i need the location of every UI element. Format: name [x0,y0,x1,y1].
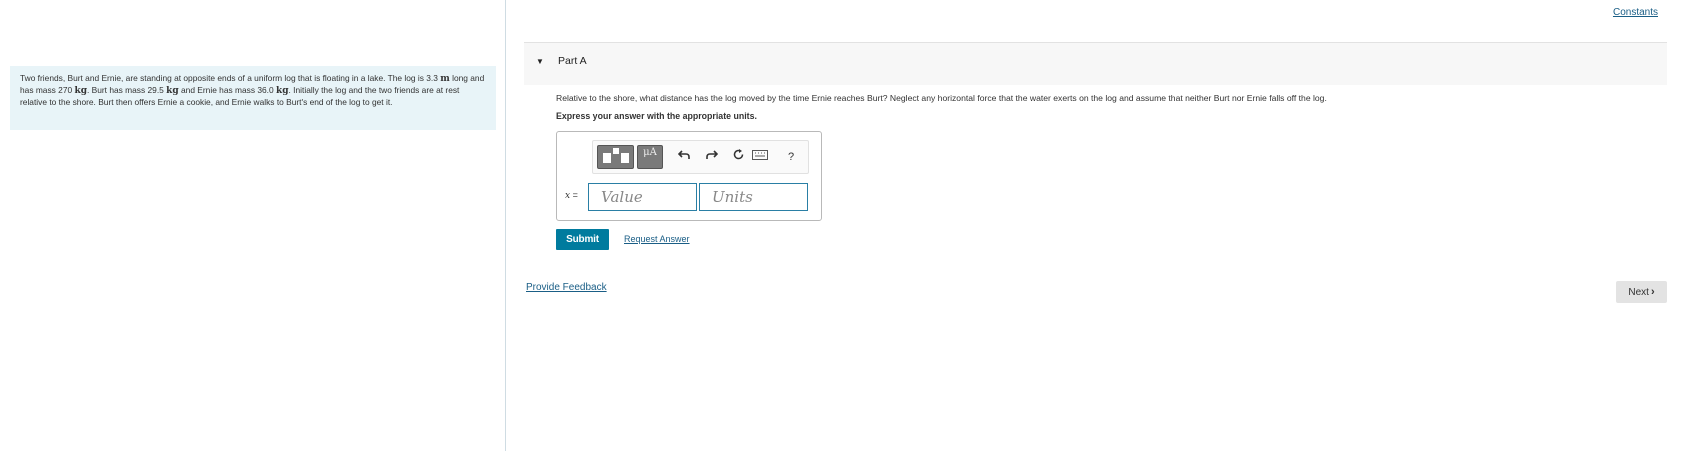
problem-pane: Two friends, Burt and Ernie, are standin… [0,0,506,451]
part-title: Part A [558,55,587,67]
problem-text: and Ernie has mass 36.0 [178,85,276,95]
units-button[interactable]: μA [637,145,663,169]
keyboard-icon[interactable] [749,145,771,169]
units-input[interactable]: Units [699,183,808,211]
next-button[interactable]: Next › [1616,281,1667,303]
question-text: Relative to the shore, what distance has… [556,93,1327,103]
templates-icon[interactable] [597,145,634,169]
answer-box: μA ? x = Value Units [556,131,822,221]
redo-icon[interactable] [701,145,723,169]
problem-text: Two friends, Burt and Ernie, are standin… [20,73,441,83]
equals-sign: = [570,190,578,200]
undo-icon[interactable] [673,145,695,169]
part-a-header[interactable]: ▼ Part A [524,42,1667,85]
help-button[interactable]: ? [780,145,802,169]
provide-feedback-link[interactable]: Provide Feedback [526,282,607,293]
answer-variable-label: x = [565,190,578,201]
chevron-right-icon: › [1650,286,1655,298]
unit-kilogram: kg [74,86,87,96]
next-label: Next [1628,287,1649,298]
request-answer-link[interactable]: Request Answer [624,234,690,244]
submit-button[interactable]: Submit [556,229,609,250]
reset-icon[interactable] [727,145,749,169]
problem-text: . Burt has mass 29.5 [87,85,167,95]
constants-link[interactable]: Constants [1613,7,1658,18]
unit-kilogram: kg [275,86,289,96]
math-toolbar: μA ? [592,140,809,174]
caret-down-icon[interactable]: ▼ [536,57,544,66]
problem-statement: Two friends, Burt and Ernie, are standin… [10,66,496,130]
unit-kilogram: kg [166,86,179,96]
answer-instruction: Express your answer with the appropriate… [556,111,757,121]
unit-meter: m [440,74,450,84]
value-input[interactable]: Value [588,183,697,211]
